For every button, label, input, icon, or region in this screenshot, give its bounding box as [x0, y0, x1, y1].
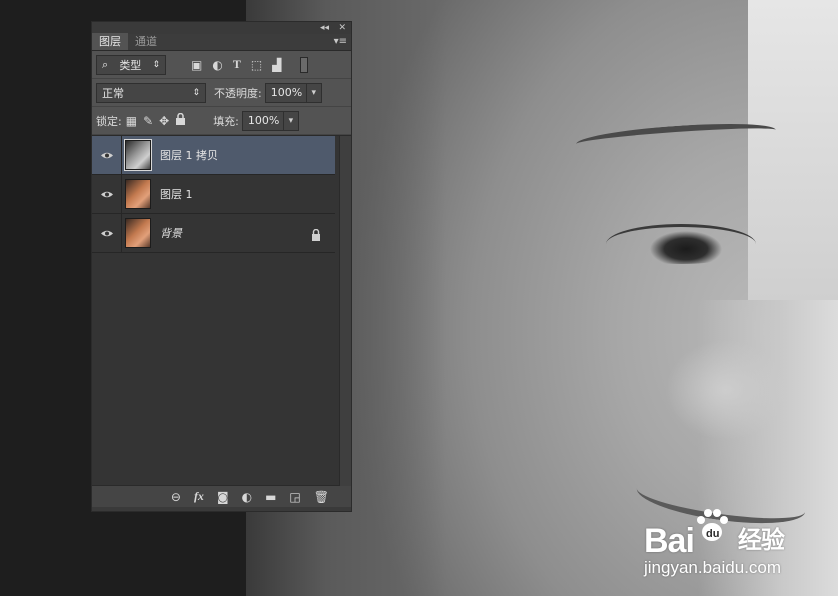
- layer-row[interactable]: 背景: [92, 213, 335, 253]
- photo-background-wall: [748, 0, 838, 300]
- photo-eye: [606, 224, 756, 264]
- layer-thumbnail: [125, 179, 151, 209]
- fill-input[interactable]: 100%: [241, 110, 284, 131]
- lock-row: 锁定: ▦ ✎ ✥ 填充: 100% ▾: [92, 107, 351, 135]
- photoshop-workspace: du Bai 经验 jingyan.baidu.com ◂◂ ✕ 图层 通道 ▾≡…: [0, 0, 838, 596]
- opacity-label: 不透明度:: [214, 86, 262, 100]
- layer-name[interactable]: 图层 1 拷贝: [160, 147, 218, 163]
- updown-icon: ⇕: [152, 59, 160, 70]
- panel-tabs: 图层 通道 ▾≡: [92, 33, 351, 51]
- layers-list: 图层 1 拷贝 图层 1 背景: [92, 135, 351, 486]
- layer-row[interactable]: 图层 1: [92, 174, 335, 214]
- filter-type-label: 类型: [119, 58, 142, 72]
- layers-scrollbar[interactable]: [339, 136, 351, 486]
- panel-resize-grip[interactable]: [92, 507, 351, 511]
- photo-nose: [666, 330, 786, 450]
- tab-channels[interactable]: 通道: [128, 33, 164, 50]
- fx-icon[interactable]: fx: [194, 489, 204, 504]
- visibility-toggle[interactable]: [92, 174, 122, 214]
- layer-thumbnail: [124, 139, 152, 171]
- blend-mode-select[interactable]: 正常 ⇕: [96, 82, 206, 103]
- layers-panel: ◂◂ ✕ 图层 通道 ▾≡ ⌕ 类型 ⇕ ▣ ◐ T ⬚ ▟ 正常 ⇕ 不透明度…: [91, 21, 352, 512]
- type-filter-icon[interactable]: T: [233, 57, 241, 72]
- lock-image-icon[interactable]: ✎: [143, 114, 153, 128]
- opacity-input[interactable]: 100%: [264, 82, 307, 103]
- visibility-toggle[interactable]: [92, 135, 122, 175]
- new-group-icon[interactable]: ▬: [265, 490, 276, 504]
- chevron-down-icon[interactable]: ▾: [283, 110, 299, 131]
- collapse-icon[interactable]: ◂◂: [320, 22, 329, 34]
- visibility-toggle[interactable]: [92, 213, 122, 253]
- filter-row: ⌕ 类型 ⇕ ▣ ◐ T ⬚ ▟: [92, 51, 351, 79]
- layer-mask-icon[interactable]: ◙: [217, 490, 229, 504]
- panel-footer: ⊖ fx ◙ ◐ ▬ ◲ 🗑: [92, 485, 351, 507]
- blend-row: 正常 ⇕ 不透明度: 100% ▾: [92, 79, 351, 107]
- shape-filter-icon[interactable]: ⬚: [251, 58, 262, 72]
- layer-thumbnail: [125, 218, 151, 248]
- new-layer-icon[interactable]: ◲: [289, 490, 300, 504]
- tab-layers[interactable]: 图层: [92, 33, 128, 50]
- updown-icon: ⇕: [192, 87, 200, 98]
- chevron-down-icon[interactable]: ▾: [306, 82, 322, 103]
- eye-icon: [100, 152, 113, 158]
- photo-eyebrow: [575, 119, 777, 155]
- lock-all-icon[interactable]: [175, 112, 186, 128]
- baidu-watermark: du Bai 经验 jingyan.baidu.com: [642, 506, 838, 596]
- lock-transparent-icon[interactable]: ▦: [126, 114, 137, 128]
- watermark-brand: Bai 经验: [644, 522, 785, 560]
- fill-label: 填充:: [213, 114, 239, 128]
- panel-menu-icon[interactable]: ▾≡: [334, 36, 347, 47]
- toggle-filter-icon[interactable]: [300, 56, 309, 73]
- blend-mode-value: 正常: [102, 86, 124, 100]
- lock-position-icon[interactable]: ✥: [159, 114, 169, 128]
- eye-icon: [100, 230, 113, 236]
- delete-layer-icon[interactable]: 🗑: [314, 490, 329, 504]
- smartobject-filter-icon[interactable]: ▟: [272, 58, 281, 72]
- link-layers-icon[interactable]: ⊖: [171, 490, 181, 504]
- layer-name[interactable]: 背景: [160, 225, 182, 241]
- adjustment-filter-icon[interactable]: ◐: [212, 58, 222, 72]
- eye-icon: [100, 191, 113, 197]
- search-icon: ⌕: [102, 57, 109, 71]
- close-icon[interactable]: ✕: [338, 22, 346, 34]
- adjustment-layer-icon[interactable]: ◐: [242, 490, 252, 504]
- image-filter-icon[interactable]: ▣: [191, 58, 202, 72]
- layer-row[interactable]: 图层 1 拷贝: [92, 135, 335, 175]
- lock-icon: [311, 226, 321, 245]
- watermark-url: jingyan.baidu.com: [644, 558, 782, 577]
- layer-name[interactable]: 图层 1: [160, 186, 193, 202]
- filter-type-select[interactable]: ⌕ 类型 ⇕: [96, 54, 166, 75]
- lock-label: 锁定:: [96, 114, 122, 128]
